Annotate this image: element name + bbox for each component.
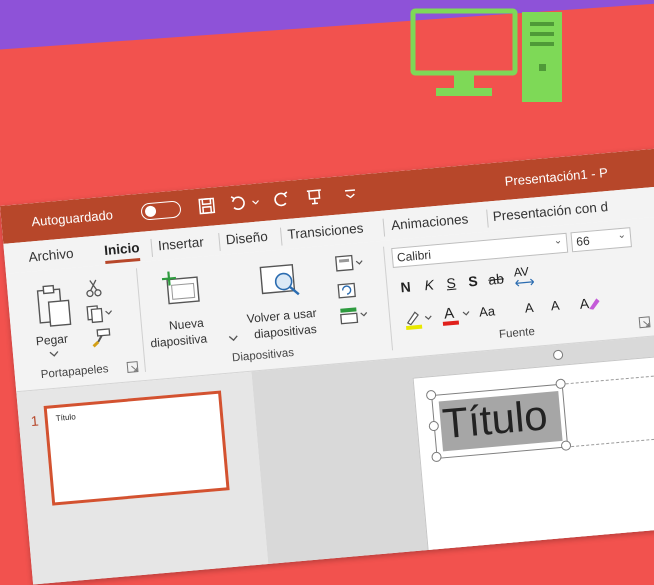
paste-dropdown-icon[interactable] — [49, 349, 60, 358]
format-painter-icon[interactable] — [89, 327, 113, 349]
layout-icon[interactable] — [334, 253, 366, 276]
save-icon[interactable] — [196, 195, 218, 217]
strikethrough-button[interactable]: ab — [488, 270, 505, 287]
dialog-launcher-icon[interactable] — [126, 361, 139, 374]
font-size-value: 66 — [575, 233, 591, 249]
spacing-arrows-icon — [515, 278, 535, 287]
character-spacing-button[interactable]: AV — [513, 264, 529, 279]
grow-font-button[interactable]: A — [524, 300, 534, 316]
new-slide-dropdown-icon[interactable] — [228, 334, 239, 343]
change-case-button[interactable]: Aa — [478, 303, 495, 319]
svg-text:A: A — [579, 295, 590, 312]
tab-presentacion[interactable]: Presentación con d — [492, 199, 608, 224]
powerpoint-window: Autoguardado Presentación1 - P Archivo I… — [0, 143, 654, 585]
placeholder-dashed-border — [560, 366, 654, 448]
slide-number: 1 — [30, 412, 40, 430]
tab-insertar[interactable]: Insertar — [157, 234, 204, 253]
shrink-font-button[interactable]: A — [550, 298, 560, 314]
thumbnail-title: Título — [55, 412, 77, 423]
rotation-handle[interactable] — [552, 349, 564, 361]
toggle-knob — [144, 205, 157, 218]
chevron-down-icon: ⌄ — [617, 229, 627, 242]
copy-icon[interactable] — [85, 303, 115, 325]
new-slide-icon[interactable] — [158, 267, 205, 311]
desktop-computer-icon — [410, 8, 562, 102]
resize-handle[interactable] — [431, 451, 442, 463]
paste-button-label[interactable]: Pegar — [35, 331, 68, 350]
clear-formatting-icon[interactable]: A — [578, 292, 602, 314]
paste-clipboard-icon[interactable] — [33, 280, 75, 329]
chevron-down-icon: ⌄ — [553, 235, 563, 247]
tab-archivo[interactable]: Archivo — [28, 246, 74, 265]
tab-animaciones[interactable]: Animaciones — [391, 211, 469, 233]
font-size-dropdown[interactable]: 66 ⌄ — [570, 227, 632, 253]
section-icon[interactable] — [338, 304, 370, 327]
portapapeles-group-label: Portapapeles — [40, 363, 109, 382]
italic-button[interactable]: K — [424, 277, 435, 294]
font-name-dropdown[interactable]: Calibri ⌄ — [391, 232, 569, 268]
title-placeholder[interactable]: Título — [431, 383, 569, 459]
underline-button[interactable]: S — [446, 275, 457, 292]
tab-inicio[interactable]: Inicio — [104, 240, 140, 258]
document-title: Presentación1 - P — [504, 164, 609, 189]
tab-divider — [150, 238, 154, 257]
tab-divider — [279, 227, 283, 246]
tab-transiciones[interactable]: Transiciones — [287, 220, 364, 242]
shadow-button[interactable]: S — [468, 273, 479, 290]
font-name-value: Calibri — [396, 247, 432, 265]
redo-icon[interactable] — [270, 189, 292, 211]
reset-slide-icon[interactable] — [336, 279, 358, 301]
slide-title-text[interactable]: Título — [441, 390, 550, 449]
undo-icon[interactable] — [228, 192, 250, 214]
cut-scissors-icon[interactable] — [83, 277, 105, 299]
slide-thumbnail[interactable]: Título — [43, 390, 230, 506]
fuente-group-label: Fuente — [498, 325, 536, 341]
reuse-slides-icon[interactable] — [256, 258, 305, 302]
new-slide-label-line2[interactable]: diapositiva — [150, 330, 208, 351]
autosave-toggle[interactable] — [140, 200, 182, 221]
svg-text:A: A — [443, 305, 454, 323]
undo-dropdown-icon[interactable] — [250, 191, 262, 212]
tab-divider — [382, 218, 386, 237]
font-color-icon[interactable]: A — [440, 301, 474, 328]
start-presentation-icon[interactable] — [304, 186, 326, 208]
resize-handle[interactable] — [560, 440, 572, 451]
customize-toolbar-icon[interactable] — [339, 183, 361, 205]
group-separator — [135, 268, 147, 372]
bold-button[interactable]: N — [400, 279, 411, 296]
tab-divider — [218, 232, 221, 252]
tab-diseno[interactable]: Diseño — [225, 229, 268, 248]
highlight-color-icon[interactable] — [403, 307, 435, 332]
dialog-launcher-icon[interactable] — [638, 316, 651, 329]
diapositivas-group-label: Diapositivas — [231, 346, 295, 365]
slides-panel: 1 Título — [16, 371, 269, 585]
tab-divider — [486, 209, 489, 228]
autosave-label: Autoguardado — [30, 207, 114, 230]
slide-canvas[interactable]: Título — [412, 347, 654, 569]
